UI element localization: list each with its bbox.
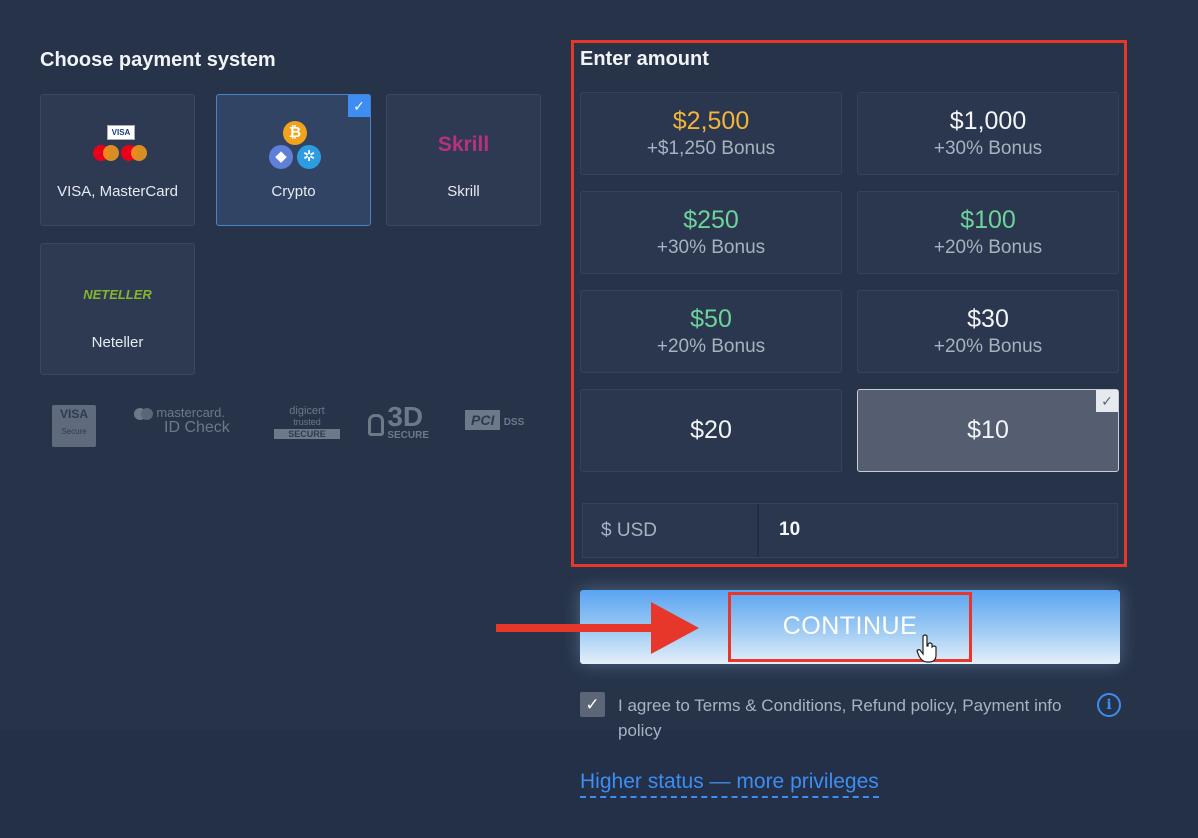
payment-method-label: VISA, MasterCard bbox=[57, 183, 178, 200]
secure-text: SECURE bbox=[387, 430, 430, 441]
visa-card-icon: VISA bbox=[107, 125, 135, 140]
maestro-icon-overlap bbox=[131, 145, 147, 161]
amount-input[interactable] bbox=[777, 518, 1081, 542]
payment-method-skrill[interactable]: Skrill Skrill bbox=[386, 94, 541, 226]
digicert-logo: digicert trusted SECURE bbox=[274, 405, 340, 439]
payment-method-label: Crypto bbox=[271, 183, 316, 200]
amount-bonus: +20% Bonus bbox=[933, 237, 1043, 258]
info-icon[interactable]: i bbox=[1097, 693, 1121, 717]
agree-checkbox[interactable]: ✓ bbox=[580, 692, 605, 717]
amount-title: Enter amount bbox=[580, 48, 709, 70]
digicert-text: digicert bbox=[289, 405, 325, 417]
amount-option-30[interactable]: $30 +20% Bonus bbox=[857, 290, 1119, 373]
id-check-text: ID Check bbox=[164, 419, 230, 436]
pci-dss-logo: PCI DSS bbox=[465, 410, 524, 430]
hand-cursor-icon bbox=[916, 634, 937, 663]
amount-bonus: +30% Bonus bbox=[656, 237, 766, 258]
digicert-sub-text: trusted bbox=[293, 417, 321, 427]
visa-secure-logo: VISA Secure bbox=[52, 405, 96, 447]
divider bbox=[757, 504, 759, 557]
amount-bonus: +$1,250 Bonus bbox=[646, 138, 776, 159]
checkmark-icon: ✓ bbox=[1096, 390, 1118, 412]
mastercard-id-check-logo: mastercard. ID Check bbox=[134, 405, 244, 437]
visa-secure-subtext: Secure bbox=[61, 427, 87, 436]
amount-option-10[interactable]: $10 ✓ bbox=[857, 389, 1119, 472]
payment-method-label: Skrill bbox=[447, 183, 480, 200]
pci-text: PCI bbox=[465, 410, 501, 430]
mastercard-text: mastercard. bbox=[156, 405, 225, 420]
arrow-shaft bbox=[496, 624, 666, 632]
payment-method-crypto[interactable]: ₿ ◆ ✲ Crypto ✓ bbox=[216, 94, 371, 226]
payment-method-neteller[interactable]: NETELLER Neteller bbox=[40, 243, 195, 375]
amount-value: $100 bbox=[960, 206, 1016, 234]
amount-option-1000[interactable]: $1,000 +30% Bonus bbox=[857, 92, 1119, 175]
amount-value: $30 bbox=[967, 305, 1009, 333]
neteller-logo: NETELLER bbox=[83, 287, 152, 302]
amount-value: $250 bbox=[683, 206, 739, 234]
3d-secure-logo: 3D SECURE bbox=[368, 401, 430, 441]
amount-value: $2,500 bbox=[672, 107, 750, 135]
3d-text: 3D bbox=[387, 401, 424, 432]
skrill-logo: Skrill bbox=[437, 133, 490, 156]
agree-text: I agree to Terms & Conditions, Refund po… bbox=[618, 696, 1062, 740]
payment-system-title: Choose payment system bbox=[40, 49, 276, 71]
amount-value: $10 bbox=[967, 416, 1009, 444]
mastercard-icon-overlap bbox=[103, 145, 119, 161]
dss-text: DSS bbox=[503, 417, 525, 428]
amount-option-100[interactable]: $100 +20% Bonus bbox=[857, 191, 1119, 274]
payment-method-visa-mastercard[interactable]: VISA VISA, MasterCard bbox=[40, 94, 195, 226]
ripple-icon: ✲ bbox=[297, 145, 321, 169]
amount-input-row: $ USD bbox=[582, 503, 1118, 558]
ethereum-icon: ◆ bbox=[269, 145, 293, 169]
lock-icon bbox=[368, 414, 384, 436]
digicert-secure-badge: SECURE bbox=[274, 429, 340, 439]
amount-option-2500[interactable]: $2,500 +$1,250 Bonus bbox=[580, 92, 842, 175]
amount-option-250[interactable]: $250 +30% Bonus bbox=[580, 191, 842, 274]
checkmark-icon: ✓ bbox=[348, 95, 370, 117]
mastercard-circle-icon-2 bbox=[141, 407, 153, 420]
bitcoin-icon: ₿ bbox=[283, 121, 307, 145]
amount-bonus: +30% Bonus bbox=[933, 138, 1043, 159]
higher-status-link[interactable]: Higher status — more privileges bbox=[580, 770, 879, 798]
amount-bonus: +20% Bonus bbox=[933, 336, 1043, 357]
amount-value: $1,000 bbox=[949, 107, 1027, 135]
visa-secure-text: VISA bbox=[59, 407, 88, 421]
amount-option-50[interactable]: $50 +20% Bonus bbox=[580, 290, 842, 373]
payment-method-label: Neteller bbox=[91, 334, 144, 351]
amount-option-20[interactable]: $20 bbox=[580, 389, 842, 472]
amount-value: $20 bbox=[690, 416, 732, 444]
arrow-right-icon bbox=[651, 602, 699, 654]
currency-label: $ USD bbox=[601, 520, 657, 541]
amount-value: $50 bbox=[690, 305, 732, 333]
amount-bonus: +20% Bonus bbox=[656, 336, 766, 357]
